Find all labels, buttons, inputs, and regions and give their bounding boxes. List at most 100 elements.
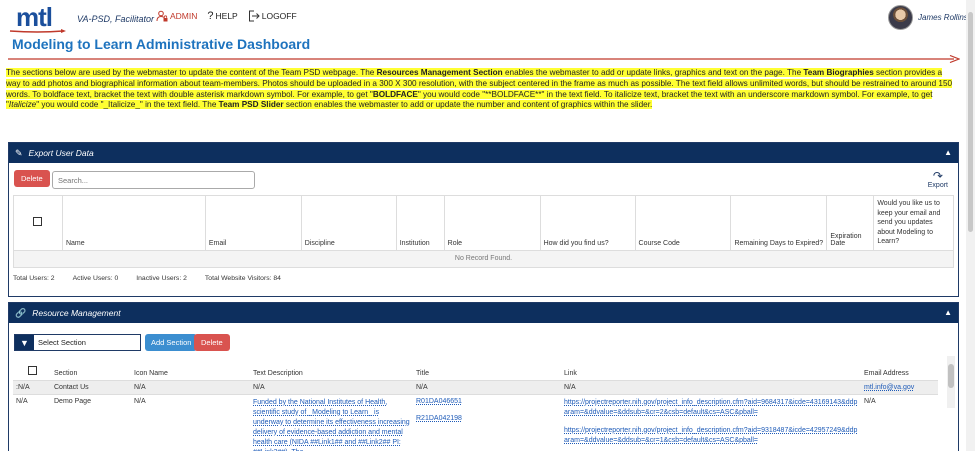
dashboard-page: mtl VA-PSD, Facilitator ADMIN ? HELP LOG…	[0, 0, 975, 451]
export-icon: ↷	[932, 169, 943, 183]
export-user-data-panel: ✎ Export User Data ▲ Delete ↷ Export Nam…	[8, 142, 959, 297]
table-scrollbar-thumb[interactable]	[948, 364, 954, 388]
col-name[interactable]: Name	[61, 195, 206, 251]
top-bar: mtl VA-PSD, Facilitator ADMIN ? HELP LOG…	[0, 0, 975, 38]
no-record-message: No Record Found.	[13, 249, 954, 268]
col-email-address[interactable]: Email Address	[861, 356, 938, 381]
title-arrow-divider	[8, 55, 960, 63]
user-name: James Rollins	[918, 13, 968, 22]
help-link[interactable]: ? HELP	[207, 10, 237, 22]
title-link-2[interactable]: R21DA042198	[416, 415, 462, 422]
select-all-cell	[13, 356, 51, 381]
col-how-found[interactable]: How did you find us?	[539, 195, 636, 251]
avatar[interactable]	[888, 5, 913, 30]
email-link[interactable]: mtl.info@va.gov	[864, 384, 914, 391]
export-button[interactable]: ↷ Export	[928, 170, 948, 189]
col-title[interactable]: Title	[413, 356, 561, 381]
table-row[interactable]: :N/A Contact Us N/A N/A N/A N/A mtl.info…	[13, 379, 938, 394]
top-nav: ADMIN ? HELP LOGOFF	[156, 10, 297, 22]
export-label: Export	[927, 182, 948, 189]
select-all-cell	[13, 195, 63, 251]
description-cell: N/A	[250, 379, 413, 394]
inactive-users-stat: Inactive Users: 2	[136, 275, 187, 282]
resource-management-panel: 🔗 Resource Management ▲ ▼ Select Section…	[8, 302, 959, 451]
col-expiration-date[interactable]: Expiration Date	[826, 195, 875, 251]
total-users-stat: Total Users: 2	[13, 275, 55, 282]
help-label: HELP	[215, 11, 238, 21]
title-link-1[interactable]: R01DA046651	[416, 398, 462, 405]
col-section[interactable]: Section	[51, 356, 131, 381]
description-cell: Funded by the National Institutes of Hea…	[250, 393, 413, 451]
export-panel-title: Export User Data	[28, 148, 94, 158]
help-question-icon: ?	[207, 10, 214, 22]
col-icon-name[interactable]: Icon Name	[131, 356, 250, 381]
visitors-stat: Total Website Visitors: 84	[204, 275, 281, 282]
col-role[interactable]: Role	[443, 195, 541, 251]
col-email[interactable]: Email	[204, 195, 302, 251]
resources-table: Section Icon Name Text Description Title…	[13, 356, 938, 451]
section-select-value: Select Section	[38, 338, 86, 347]
row-select[interactable]: :N/A	[13, 379, 51, 394]
active-users-stat: Active Users: 0	[72, 275, 119, 282]
col-course-code[interactable]: Course Code	[634, 195, 732, 251]
select-all-checkbox[interactable]	[33, 217, 43, 227]
info-italic-example: Italicize	[8, 100, 37, 110]
user-search-input[interactable]	[52, 171, 255, 189]
info-bold-boldface: BOLDFACE	[372, 89, 418, 99]
link-cell: N/A	[561, 379, 861, 394]
col-link[interactable]: Link	[561, 356, 861, 381]
logoff-icon	[248, 10, 260, 22]
col-remaining-days[interactable]: Remaining Days to Expired?	[730, 195, 828, 251]
title-cell: R01DA046651 R21DA042198	[413, 393, 561, 451]
users-table: Name Email Discipline Institution Role H…	[13, 195, 954, 268]
page-scrollbar-thumb[interactable]	[968, 12, 973, 232]
info-bold-team-bio: Team Biographies	[803, 68, 874, 77]
col-email-updates[interactable]: Would you like us to keep your email and…	[873, 195, 954, 251]
user-stats: Total Users: 2 Active Users: 0 Inactive …	[13, 275, 281, 282]
admin-label: ADMIN	[170, 11, 198, 21]
table-scrollbar[interactable]	[947, 356, 955, 408]
logoff-label: LOGOFF	[261, 11, 297, 21]
user-role: VA-PSD, Facilitator	[77, 14, 155, 24]
collapse-caret-icon[interactable]: ▲	[944, 308, 952, 317]
instructions-text: The sections below are used by the webma…	[6, 68, 956, 111]
info-text-6: section enables the webmaster to add or …	[283, 100, 653, 110]
url-link-2[interactable]: https://projectreporter.nih.gov/project_…	[564, 427, 857, 444]
delete-section-button[interactable]: Delete	[194, 334, 230, 351]
section-cell: Contact Us	[51, 379, 131, 394]
table-row[interactable]: N/A Demo Page N/A Funded by the National…	[13, 393, 938, 451]
logoff-link[interactable]: LOGOFF	[248, 10, 297, 22]
section-select[interactable]: ▼ Select Section	[14, 334, 141, 351]
delete-users-button[interactable]: Delete	[14, 170, 50, 187]
col-text-description[interactable]: Text Description	[250, 356, 413, 381]
logo-swoosh-icon	[9, 29, 66, 33]
add-section-button[interactable]: Add Section	[145, 334, 198, 351]
row-select[interactable]: N/A	[13, 393, 51, 451]
icon-cell: N/A	[131, 379, 250, 394]
email-cell: mtl.info@va.gov	[861, 379, 938, 394]
link-icon: 🔗	[15, 307, 27, 318]
info-text-2: enables the webmaster to add or update l…	[502, 68, 804, 77]
email-cell: N/A	[861, 393, 938, 451]
collapse-caret-icon[interactable]: ▲	[944, 148, 952, 157]
url-link-1[interactable]: https://projectreporter.nih.gov/project_…	[564, 399, 857, 416]
export-panel-header[interactable]: ✎ Export User Data ▲	[9, 143, 958, 163]
description-link[interactable]: Funded by the National Institutes of Hea…	[253, 399, 410, 451]
icon-cell: N/A	[131, 393, 250, 451]
col-institution[interactable]: Institution	[395, 195, 445, 251]
link-cell: https://projectreporter.nih.gov/project_…	[561, 393, 861, 451]
info-text-5: " you would code "_Italicize_" in the te…	[36, 100, 219, 110]
user-profile[interactable]: James Rollins	[888, 5, 968, 30]
info-bold-slider: Team PSD Slider	[218, 100, 284, 110]
admin-link[interactable]: ADMIN	[156, 10, 197, 22]
dropdown-triangle-icon: ▼	[15, 335, 34, 350]
col-discipline[interactable]: Discipline	[300, 195, 397, 251]
info-text-1: The sections below are used by the webma…	[6, 68, 377, 77]
page-scrollbar[interactable]	[966, 0, 975, 451]
resource-panel-title: Resource Management	[32, 308, 121, 318]
admin-user-lock-icon	[156, 10, 168, 22]
document-edit-icon: ✎	[15, 147, 23, 158]
page-title: Modeling to Learn Administrative Dashboa…	[12, 36, 311, 52]
select-all-checkbox[interactable]	[27, 365, 37, 375]
resource-panel-header[interactable]: 🔗 Resource Management ▲	[9, 303, 958, 323]
